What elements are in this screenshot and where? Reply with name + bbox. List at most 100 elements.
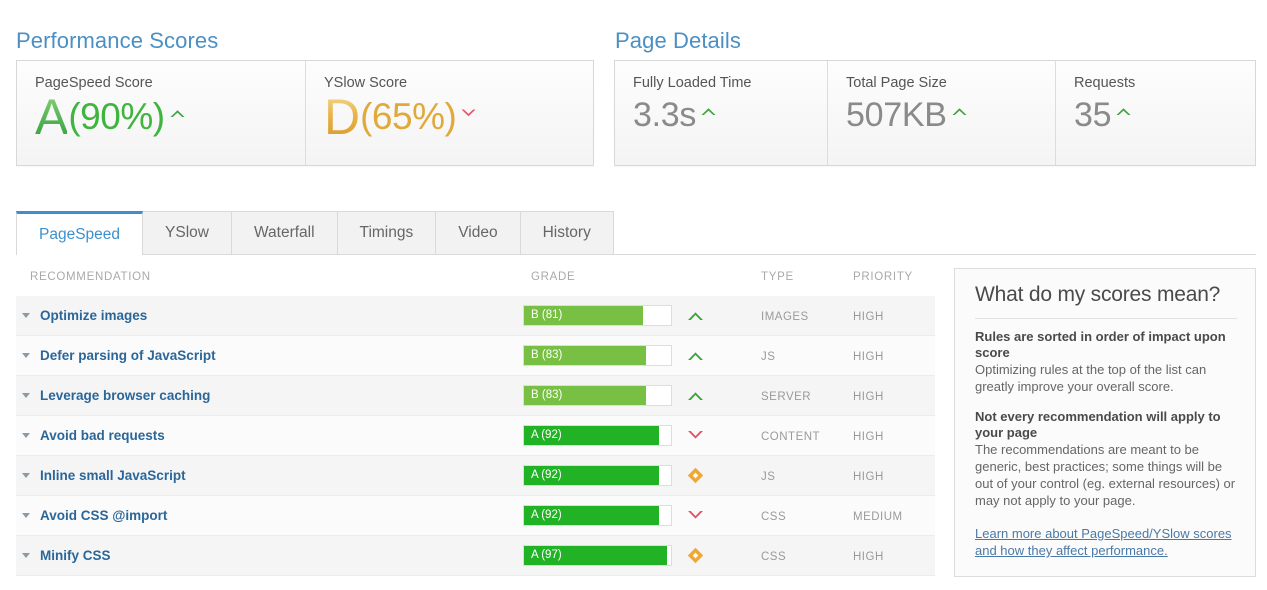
recommendations-table: RECOMMENDATION GRADE TYPE PRIORITY Optim… bbox=[16, 262, 935, 576]
column-header-grade: GRADE bbox=[523, 271, 761, 283]
grade-bar-label: B (81) bbox=[524, 306, 562, 325]
up-chevron-icon bbox=[700, 105, 717, 117]
requests-label: Requests bbox=[1074, 74, 1255, 92]
priority-cell: HIGH bbox=[853, 348, 935, 363]
grade-bar-fill: B (81) bbox=[524, 306, 643, 325]
table-row[interactable]: Avoid bad requests A (92) CONTENTHIGH bbox=[16, 416, 935, 456]
yslow-grade-percent: (65%) bbox=[360, 95, 456, 139]
table-row[interactable]: Inline small JavaScriptA (92)JSHIGH bbox=[16, 456, 935, 496]
tab-history[interactable]: History bbox=[520, 211, 614, 254]
table-body: Optimize imagesB (81)IMAGESHIGHDefer par… bbox=[16, 296, 935, 576]
grade-cell: A (97) bbox=[523, 545, 761, 566]
grade-bar-fill: A (97) bbox=[524, 546, 667, 565]
grade-bar-label: A (92) bbox=[524, 426, 562, 445]
table-row[interactable]: Minify CSS A (97) CSS HIGH bbox=[16, 536, 935, 576]
tab-label: PageSpeed bbox=[39, 226, 120, 244]
page-details-card: Fully Loaded Time 3.3s Total Page Size 5… bbox=[614, 60, 1256, 166]
scores-explainer-blocks: Rules are sorted in order of impact upon… bbox=[975, 329, 1237, 509]
total-page-size-label: Total Page Size bbox=[846, 74, 1055, 92]
type-value: CSS bbox=[761, 511, 786, 523]
pagespeed-score-value: A (90%) bbox=[35, 93, 305, 141]
priority-cell: MEDIUM bbox=[853, 508, 935, 523]
grade-bar: B (83) bbox=[523, 385, 672, 406]
scores-explainer-panel: What do my scores mean? Rules are sorted… bbox=[954, 268, 1256, 577]
grade-cell: B (83) bbox=[523, 385, 761, 406]
grade-bar: B (83) bbox=[523, 345, 672, 366]
tab-label: Waterfall bbox=[254, 224, 315, 242]
priority-value: HIGH bbox=[853, 311, 884, 323]
expand-triangle-icon[interactable] bbox=[22, 313, 30, 318]
recommendation-link[interactable]: Avoid bad requests bbox=[40, 428, 165, 443]
type-cell: CONTENT bbox=[761, 428, 853, 443]
tab-pagespeed[interactable]: PageSpeed bbox=[16, 211, 143, 255]
type-cell: JS bbox=[761, 348, 853, 363]
tab-waterfall[interactable]: Waterfall bbox=[231, 211, 338, 254]
pagespeed-grade-letter: A bbox=[35, 93, 67, 141]
up-chevron-icon bbox=[169, 107, 186, 119]
grade-cell: A (92) bbox=[523, 505, 761, 526]
grade-cell: B (83) bbox=[523, 345, 761, 366]
grade-bar: A (97) bbox=[523, 545, 672, 566]
expand-triangle-icon[interactable] bbox=[22, 393, 30, 398]
recommendation-link[interactable]: Optimize images bbox=[40, 308, 147, 323]
table-row[interactable]: Leverage browser caching B (83) SERVER HIGH bbox=[16, 376, 935, 416]
explainer-heading: Rules are sorted in order of impact upon… bbox=[975, 329, 1237, 361]
recommendation-cell: Leverage browser caching bbox=[16, 388, 523, 403]
recommendation-link[interactable]: Defer parsing of JavaScript bbox=[40, 348, 216, 363]
grade-bar: A (92) bbox=[523, 465, 672, 486]
recommendation-link[interactable]: Minify CSS bbox=[40, 548, 111, 563]
grade-cell: B (81) bbox=[523, 305, 761, 326]
recommendation-link[interactable]: Avoid CSS @import bbox=[40, 508, 167, 523]
type-cell: SERVER bbox=[761, 388, 853, 403]
yslow-score-value: D (65%) bbox=[324, 93, 593, 141]
pagespeed-score-cell: PageSpeed Score A (90%) bbox=[17, 61, 305, 165]
down-chevron-icon bbox=[460, 107, 477, 119]
explainer-body: The recommendations are meant to be gene… bbox=[975, 441, 1237, 509]
recommendation-cell: Avoid bad requests bbox=[16, 428, 523, 443]
table-row[interactable]: Defer parsing of JavaScript B (83) JSHIGH bbox=[16, 336, 935, 376]
performance-scores-card: PageSpeed Score A (90%) YSlow Score D (6… bbox=[16, 60, 594, 166]
priority-value: MEDIUM bbox=[853, 511, 903, 523]
priority-value: HIGH bbox=[853, 431, 884, 443]
tab-yslow[interactable]: YSlow bbox=[142, 211, 232, 254]
type-value: CSS bbox=[761, 551, 786, 563]
expand-triangle-icon[interactable] bbox=[22, 513, 30, 518]
priority-cell: HIGH bbox=[853, 388, 935, 403]
type-cell: IMAGES bbox=[761, 308, 853, 323]
grade-bar-fill: A (92) bbox=[524, 506, 659, 525]
fully-loaded-time-label: Fully Loaded Time bbox=[633, 74, 827, 92]
table-row[interactable]: Avoid CSS @import A (92) CSS MEDIUM bbox=[16, 496, 935, 536]
grade-bar-label: B (83) bbox=[524, 386, 562, 405]
grade-bar-label: A (97) bbox=[524, 546, 562, 565]
column-header-priority: PRIORITY bbox=[853, 271, 935, 283]
explainer-body: Optimizing rules at the top of the list … bbox=[975, 361, 1237, 395]
tab-timings[interactable]: Timings bbox=[337, 211, 437, 254]
total-page-size-cell: Total Page Size 507KB bbox=[827, 61, 1055, 165]
recommendation-cell: Optimize images bbox=[16, 308, 523, 323]
grade-bar-label: A (92) bbox=[524, 506, 562, 525]
grade-bar-fill: A (92) bbox=[524, 426, 659, 445]
grade-bar-label: B (83) bbox=[524, 346, 562, 365]
learn-more-link[interactable]: Learn more about PageSpeed/YSlow scores … bbox=[975, 525, 1237, 559]
requests-cell: Requests 35 bbox=[1055, 61, 1255, 165]
recommendation-link[interactable]: Inline small JavaScript bbox=[40, 468, 186, 483]
type-value: SERVER bbox=[761, 391, 811, 403]
grade-bar-fill: B (83) bbox=[524, 346, 646, 365]
priority-value: HIGH bbox=[853, 471, 884, 483]
recommendation-cell: Inline small JavaScript bbox=[16, 468, 523, 483]
tab-video[interactable]: Video bbox=[435, 211, 520, 254]
expand-triangle-icon[interactable] bbox=[22, 433, 30, 438]
expand-triangle-icon[interactable] bbox=[22, 553, 30, 558]
priority-cell: HIGH bbox=[853, 468, 935, 483]
yslow-score-cell: YSlow Score D (65%) bbox=[305, 61, 593, 165]
priority-value: HIGH bbox=[853, 551, 884, 563]
pagespeed-grade-percent: (90%) bbox=[68, 95, 164, 139]
expand-triangle-icon[interactable] bbox=[22, 473, 30, 478]
expand-triangle-icon[interactable] bbox=[22, 353, 30, 358]
priority-cell: HIGH bbox=[853, 548, 935, 563]
total-page-size-value: 507KB bbox=[846, 93, 947, 137]
table-row[interactable]: Optimize images B (81) IMAGESHIGH bbox=[16, 296, 935, 336]
grade-cell: A (92) bbox=[523, 465, 761, 486]
recommendation-link[interactable]: Leverage browser caching bbox=[40, 388, 210, 403]
priority-cell: HIGH bbox=[853, 308, 935, 323]
